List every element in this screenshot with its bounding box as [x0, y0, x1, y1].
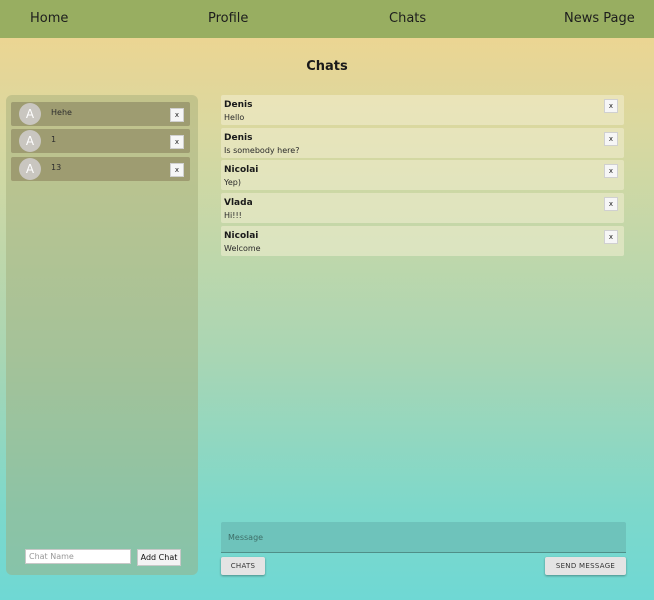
- message-author: Nicolai: [224, 165, 259, 175]
- chat-name-input[interactable]: Chat Name: [25, 549, 131, 564]
- message-author: Denis: [224, 100, 253, 110]
- avatar: A: [19, 103, 41, 125]
- delete-message-button[interactable]: x: [604, 230, 618, 244]
- send-message-button[interactable]: SEND MESSAGE: [545, 557, 626, 575]
- add-chat-button[interactable]: Add Chat: [137, 549, 181, 566]
- chat-name: 1: [51, 135, 57, 144]
- delete-chat-button[interactable]: x: [170, 135, 184, 149]
- nav-news-page-link[interactable]: News Page: [564, 11, 635, 26]
- message-text: Hi!!!: [224, 211, 242, 220]
- message-item: Denis Hello x: [221, 95, 624, 125]
- delete-chat-button[interactable]: x: [170, 108, 184, 122]
- chat-list-sidebar: A Hehe x A 1 x A 13 x Chat Name Add Chat: [6, 95, 198, 575]
- message-item: Denis Is somebody here? x: [221, 128, 624, 158]
- message-text: Hello: [224, 113, 245, 122]
- page-title: Chats: [306, 59, 348, 74]
- message-item: Nicolai Welcome x: [221, 226, 624, 256]
- nav-profile-link[interactable]: Profile: [208, 11, 248, 26]
- chat-name: 13: [51, 163, 62, 172]
- message-input[interactable]: Message: [221, 522, 626, 553]
- delete-message-button[interactable]: x: [604, 99, 618, 113]
- message-item: Nicolai Yep) x: [221, 160, 624, 190]
- message-text: Welcome: [224, 244, 261, 253]
- nav-home-link[interactable]: Home: [30, 11, 68, 26]
- message-author: Vlada: [224, 198, 253, 208]
- message-text: Yep): [224, 178, 241, 187]
- top-navbar: Home Profile Chats News Page: [0, 0, 654, 38]
- message-author: Nicolai: [224, 231, 259, 241]
- delete-message-button[interactable]: x: [604, 197, 618, 211]
- delete-message-button[interactable]: x: [604, 132, 618, 146]
- chat-list-item[interactable]: A 13 x: [11, 157, 190, 181]
- message-text: Is somebody here?: [224, 146, 300, 155]
- chats-button[interactable]: CHATS: [221, 557, 265, 575]
- message-item: Vlada Hi!!! x: [221, 193, 624, 223]
- message-input-placeholder: Message: [228, 533, 264, 542]
- delete-message-button[interactable]: x: [604, 164, 618, 178]
- chat-list-item[interactable]: A Hehe x: [11, 102, 190, 126]
- avatar: A: [19, 130, 41, 152]
- avatar: A: [19, 158, 41, 180]
- nav-chats-link[interactable]: Chats: [389, 11, 426, 26]
- chat-list-item[interactable]: A 1 x: [11, 129, 190, 153]
- message-author: Denis: [224, 133, 253, 143]
- delete-chat-button[interactable]: x: [170, 163, 184, 177]
- chat-name: Hehe: [51, 108, 72, 117]
